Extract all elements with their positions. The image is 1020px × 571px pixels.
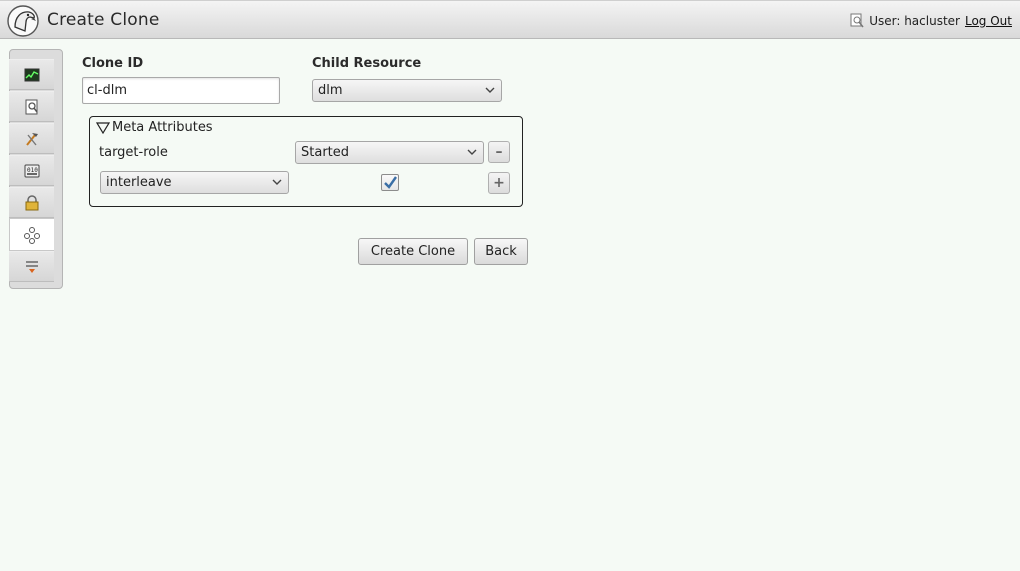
sidebar-item-access[interactable] — [9, 187, 54, 218]
history-icon — [25, 260, 38, 273]
chevron-down-icon — [467, 149, 477, 155]
user-label: User: hacluster — [869, 13, 960, 28]
target-role-value: Started — [301, 145, 350, 160]
lock-icon — [25, 194, 38, 210]
add-attribute-button[interactable]: + — [488, 172, 510, 194]
child-resource-label: Child Resource — [312, 56, 422, 71]
logout-link[interactable]: Log Out — [965, 14, 1012, 28]
chevron-down-icon — [272, 179, 282, 185]
top-bar: Create Clone User: hacluster Log Out — [0, 0, 1020, 39]
new-attribute-select[interactable]: interleave — [100, 171, 289, 194]
hawk-logo-icon — [7, 5, 39, 37]
svg-text:010: 010 — [27, 167, 38, 174]
remove-attribute-button[interactable]: – — [488, 141, 510, 163]
tools-icon — [25, 132, 38, 146]
triangle-down-icon — [96, 121, 110, 134]
child-resource-value: dlm — [318, 83, 343, 98]
sidebar-item-status[interactable] — [9, 59, 54, 90]
meta-attributes-toggle[interactable]: Meta Attributes — [96, 120, 213, 135]
sidebar-item-history[interactable] — [9, 91, 54, 122]
clone-id-label: Clone ID — [82, 56, 144, 71]
sidebar-item-clones[interactable] — [9, 218, 54, 251]
user-icon — [850, 13, 864, 28]
new-attribute-value: interleave — [106, 175, 172, 190]
search-document-icon — [25, 99, 38, 114]
clone-id-input[interactable] — [82, 77, 280, 104]
config-icon: 010 — [24, 164, 39, 177]
back-button[interactable]: Back — [474, 238, 528, 265]
meta-attributes-legend: Meta Attributes — [112, 120, 213, 135]
checkmark-icon — [384, 176, 397, 189]
sidebar-item-explorer[interactable] — [9, 251, 54, 282]
child-resource-select[interactable]: dlm — [312, 79, 502, 102]
user-info: User: hacluster Log Out — [850, 13, 1012, 28]
create-clone-button[interactable]: Create Clone — [358, 238, 468, 265]
target-role-label: target-role — [99, 145, 168, 160]
chevron-down-icon — [485, 87, 495, 93]
interleave-checkbox[interactable] — [381, 174, 399, 191]
target-role-select[interactable]: Started — [295, 141, 484, 164]
sidebar-item-tools[interactable] — [9, 123, 54, 154]
monitor-icon — [24, 68, 39, 81]
clone-resources-icon — [24, 226, 40, 244]
page-title: Create Clone — [47, 10, 160, 30]
sidebar-item-config[interactable]: 010 — [9, 155, 54, 186]
